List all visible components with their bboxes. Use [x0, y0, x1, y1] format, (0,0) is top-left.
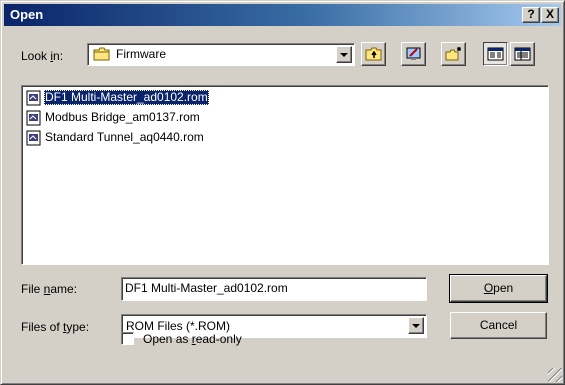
open-button-label: pen — [493, 281, 514, 295]
file-item[interactable]: Standard Tunnel_aq0440.rom — [26, 129, 205, 146]
file-name: Modbus Bridge_am0137.rom — [45, 110, 200, 124]
file-list[interactable]: DF1 Multi-Master_ad0102.rom Modbus Bridg… — [21, 85, 549, 265]
title-bar[interactable]: Open ? X — [4, 4, 561, 26]
file-name-label-suffix: ame: — [50, 282, 78, 296]
rom-file-icon — [26, 130, 42, 146]
desktop-button[interactable] — [401, 42, 426, 66]
resize-grip[interactable] — [548, 368, 562, 382]
list-view-button[interactable] — [483, 42, 508, 66]
read-only-checkbox[interactable] — [121, 332, 134, 345]
look-in-label-prefix: Look — [21, 49, 51, 63]
file-item[interactable]: Modbus Bridge_am0137.rom — [26, 109, 201, 126]
rom-file-icon — [26, 90, 42, 106]
read-only-label[interactable]: Open as read-only — [143, 331, 242, 347]
rom-file-icon — [26, 110, 42, 126]
file-type-label-prefix: Files of — [21, 320, 64, 334]
folder-icon — [93, 47, 111, 64]
close-button[interactable]: X — [541, 7, 559, 23]
file-item[interactable]: DF1 Multi-Master_ad0102.rom — [26, 89, 209, 106]
file-name-label: File name: — [21, 281, 77, 297]
look-in-combo[interactable]: Firmware — [87, 43, 355, 66]
new-folder-button[interactable] — [441, 42, 466, 66]
open-dialog: Open ? X Look in: Firmware DF1 Multi-Mas… — [0, 0, 565, 385]
help-button[interactable]: ? — [522, 7, 540, 23]
read-only-label-suffix: ead-only — [195, 332, 242, 346]
file-name-input[interactable]: DF1 Multi-Master_ad0102.rom — [121, 277, 427, 301]
file-type-label-suffix: ype: — [66, 320, 90, 334]
details-view-button[interactable] — [510, 42, 535, 66]
file-name: Standard Tunnel_aq0440.rom — [45, 130, 204, 144]
open-button-accel: O — [483, 281, 494, 295]
file-name-label-prefix: File — [21, 282, 44, 296]
look-in-folder-name: Firmware — [116, 47, 166, 61]
cancel-button[interactable]: Cancel — [450, 312, 547, 339]
look-in-label: Look in: — [21, 48, 63, 64]
look-in-label-suffix: n: — [53, 49, 64, 63]
file-type-dropdown-button[interactable] — [408, 317, 424, 334]
read-only-label-prefix: Open as — [143, 332, 192, 346]
file-name: DF1 Multi-Master_ad0102.rom — [44, 90, 209, 105]
up-one-level-button[interactable] — [361, 42, 386, 66]
dialog-title: Open — [10, 7, 44, 22]
open-button[interactable]: Open — [449, 274, 548, 303]
file-type-label: Files of type: — [21, 319, 89, 335]
look-in-dropdown-button[interactable] — [336, 46, 352, 63]
